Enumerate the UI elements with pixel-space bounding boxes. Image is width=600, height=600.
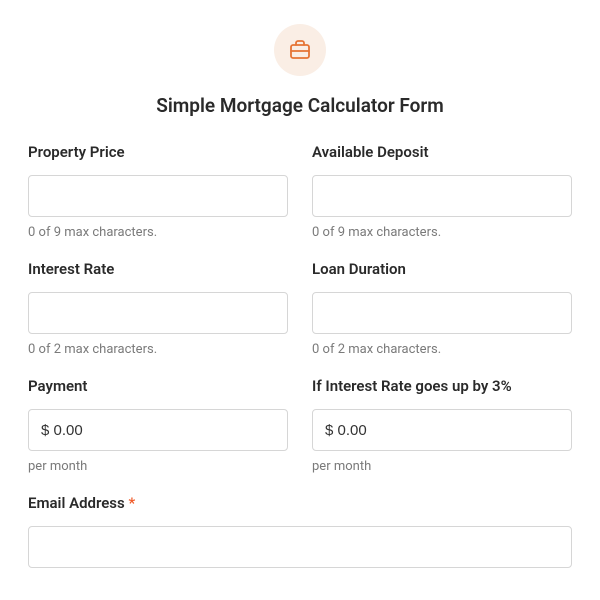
input-email[interactable] xyxy=(28,526,572,568)
briefcase-icon xyxy=(288,38,312,62)
label-interest-rate-up: If Interest Rate goes up by 3% xyxy=(312,377,572,395)
field-loan-duration: Loan Duration 0 of 2 max characters. xyxy=(312,260,572,357)
form-title: Simple Mortgage Calculator Form xyxy=(28,94,572,117)
helper-payment: per month xyxy=(28,459,288,474)
field-interest-rate-up: If Interest Rate goes up by 3% per month xyxy=(312,377,572,474)
input-loan-duration[interactable] xyxy=(312,292,572,334)
field-payment: Payment per month xyxy=(28,377,288,474)
label-loan-duration: Loan Duration xyxy=(312,260,572,278)
input-payment[interactable] xyxy=(28,409,288,451)
label-email: Email Address * xyxy=(28,494,572,512)
field-interest-rate: Interest Rate 0 of 2 max characters. xyxy=(28,260,288,357)
briefcase-icon-circle xyxy=(274,24,326,76)
input-interest-rate-up[interactable] xyxy=(312,409,572,451)
label-property-price: Property Price xyxy=(28,143,288,161)
input-property-price[interactable] xyxy=(28,175,288,217)
required-mark: * xyxy=(128,494,135,512)
helper-loan-duration: 0 of 2 max characters. xyxy=(312,342,572,357)
field-email: Email Address * xyxy=(28,494,572,568)
label-payment: Payment xyxy=(28,377,288,395)
input-available-deposit[interactable] xyxy=(312,175,572,217)
field-available-deposit: Available Deposit 0 of 9 max characters. xyxy=(312,143,572,240)
input-interest-rate[interactable] xyxy=(28,292,288,334)
helper-property-price: 0 of 9 max characters. xyxy=(28,225,288,240)
helper-available-deposit: 0 of 9 max characters. xyxy=(312,225,572,240)
field-property-price: Property Price 0 of 9 max characters. xyxy=(28,143,288,240)
label-interest-rate: Interest Rate xyxy=(28,260,288,278)
label-available-deposit: Available Deposit xyxy=(312,143,572,161)
label-email-text: Email Address xyxy=(28,494,125,512)
helper-interest-rate: 0 of 2 max characters. xyxy=(28,342,288,357)
helper-interest-rate-up: per month xyxy=(312,459,572,474)
